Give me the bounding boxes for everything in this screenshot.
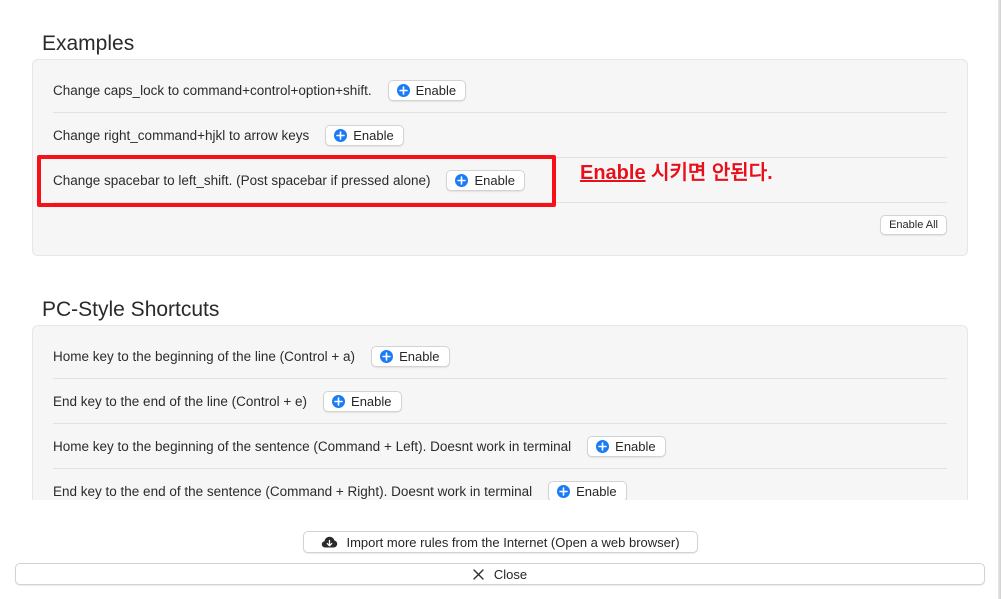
rule-row: End key to the end of the line (Control … — [53, 379, 947, 424]
rule-row: End key to the end of the sentence (Comm… — [53, 469, 947, 500]
rule-row: Change caps_lock to command+control+opti… — [53, 68, 947, 113]
cloud-download-icon — [321, 536, 338, 549]
annotation-text: 시키면 안된다. — [645, 162, 773, 184]
enable-button-label: Enable — [474, 172, 515, 188]
plus-circle-icon — [380, 349, 394, 363]
rule-row: Change right_command+hjkl to arrow keys … — [53, 113, 947, 158]
pc-style-group: Home key to the beginning of the line (C… — [32, 325, 968, 500]
complex-modifications-window: Examples Change caps_lock to command+con… — [0, 0, 1001, 599]
rule-description: Change caps_lock to command+control+opti… — [53, 82, 372, 98]
enable-button-label: Enable — [615, 438, 656, 454]
rule-description: Change spacebar to left_shift. (Post spa… — [53, 172, 431, 188]
enable-button-label: Enable — [353, 127, 394, 143]
close-label: Close — [493, 566, 528, 582]
pc-style-section-title: PC-Style Shortcuts — [42, 298, 220, 321]
enable-button[interactable]: Enable — [587, 435, 666, 457]
examples-section-title: Examples — [42, 32, 135, 55]
plus-circle-icon — [332, 394, 346, 408]
enable-button[interactable]: Enable — [446, 169, 525, 191]
import-rules-label: Import more rules from the Internet (Ope… — [346, 534, 680, 550]
rule-row: Home key to the beginning of the sentenc… — [53, 424, 947, 469]
enable-button-label: Enable — [399, 348, 440, 364]
enable-button[interactable]: Enable — [323, 390, 402, 412]
enable-all-button[interactable]: Enable All — [880, 215, 947, 235]
rule-description: End key to the end of the sentence (Comm… — [53, 484, 533, 499]
enable-button-label: Enable — [576, 484, 617, 499]
plus-circle-icon — [396, 83, 410, 97]
plus-circle-icon — [334, 128, 348, 142]
enable-button[interactable]: Enable — [371, 345, 450, 367]
enable-button[interactable]: Enable — [387, 79, 467, 101]
rule-description: Change right_command+hjkl to arrow keys — [53, 127, 310, 143]
rule-description: Home key to the beginning of the line (C… — [53, 348, 356, 364]
rule-description: Home key to the beginning of the sentenc… — [53, 438, 572, 454]
plus-circle-icon — [596, 439, 610, 453]
annotation-note: Enable 시키면 안된다. — [580, 156, 773, 185]
plus-circle-icon — [557, 485, 571, 498]
plus-circle-icon — [455, 173, 469, 187]
examples-group: Change caps_lock to command+control+opti… — [32, 59, 968, 256]
enable-button[interactable]: Enable — [548, 481, 627, 500]
enable-button-label: Enable — [351, 393, 392, 409]
rule-description: End key to the end of the line (Control … — [53, 393, 308, 409]
enable-button-label: Enable — [415, 82, 457, 98]
rule-row: Home key to the beginning of the line (C… — [53, 334, 947, 379]
enable-button[interactable]: Enable — [325, 124, 404, 146]
annotation-emphasis: Enable — [580, 162, 646, 184]
close-button[interactable]: Close — [15, 563, 985, 585]
import-rules-button[interactable]: Import more rules from the Internet (Ope… — [303, 531, 698, 553]
close-icon — [473, 568, 484, 580]
rule-row: Change spacebar to left_shift. (Post spa… — [53, 158, 947, 203]
rules-scroll-area[interactable]: Examples Change caps_lock to command+con… — [0, 0, 1001, 500]
